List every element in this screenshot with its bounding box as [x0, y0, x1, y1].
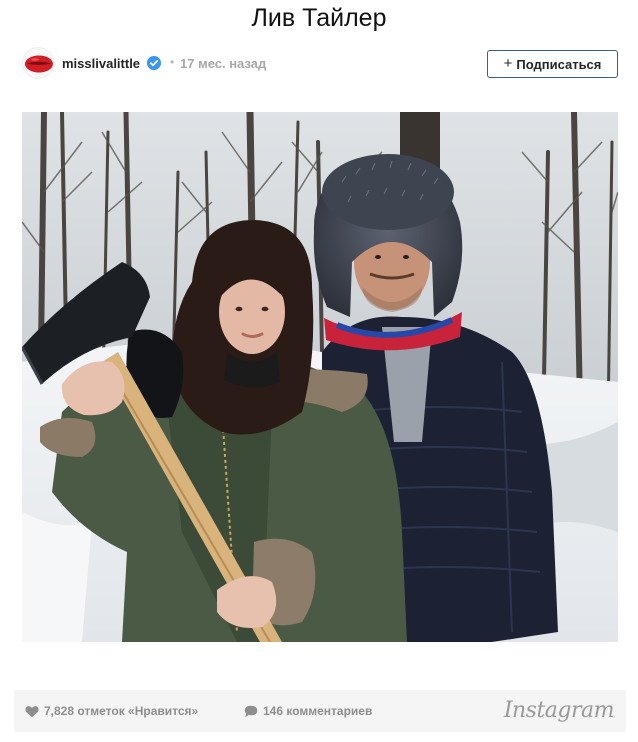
comments-text: 146 комментариев [263, 704, 373, 718]
post-timestamp[interactable]: 17 мес. назад [180, 56, 266, 71]
post-footer: 7,828 отметок «Нравится» 146 комментарие… [14, 690, 626, 732]
follow-button[interactable]: + Подписаться [487, 50, 618, 78]
post-photo[interactable] [22, 112, 618, 642]
separator-dot: • [170, 55, 175, 69]
follow-button-label: Подписаться [516, 56, 602, 72]
comments-count[interactable]: 146 комментариев [244, 704, 372, 718]
likes-text: 7,828 отметок «Нравится» [44, 704, 199, 718]
username-link[interactable]: misslivalittle [62, 56, 140, 71]
page-title: Лив Тайлер [251, 4, 387, 32]
avatar[interactable] [22, 47, 54, 79]
instagram-embed: Лив Тайлер misslivalittle • 17 мес. наза… [0, 0, 638, 742]
likes-count[interactable]: 7,828 отметок «Нравится» [25, 704, 198, 718]
verified-badge-icon [147, 56, 161, 70]
plus-icon: + [503, 55, 513, 72]
heart-icon [25, 705, 39, 717]
post-header: misslivalittle • 17 мес. назад + Подписа… [22, 46, 618, 82]
instagram-logo[interactable]: Instagram [504, 698, 615, 723]
comment-bubble-icon [244, 705, 258, 717]
